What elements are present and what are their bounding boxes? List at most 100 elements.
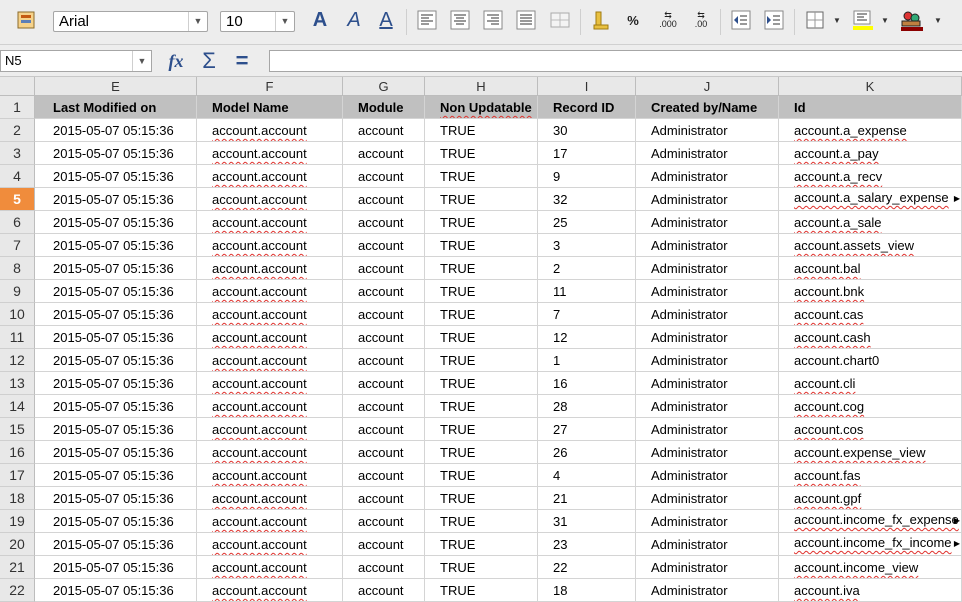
row-header[interactable]: 4 [0, 165, 35, 188]
non-updatable-cell[interactable]: TRUE [425, 142, 538, 165]
module-cell[interactable]: account [343, 119, 425, 142]
last-modified-cell[interactable]: 2015-05-07 05:15:36 [35, 464, 197, 487]
module-cell[interactable]: account [343, 510, 425, 533]
record-id-cell[interactable]: 16 [538, 372, 636, 395]
align-center-icon[interactable] [448, 8, 472, 32]
id-cell[interactable]: account.cash [779, 326, 962, 349]
created-by-cell[interactable]: Administrator [636, 579, 779, 602]
model-name-cell[interactable]: account.account [197, 579, 343, 602]
record-id-cell[interactable]: 18 [538, 579, 636, 602]
id-cell[interactable]: account.cog [779, 395, 962, 418]
record-id-cell[interactable]: 21 [538, 487, 636, 510]
created-by-cell[interactable]: Administrator [636, 326, 779, 349]
last-modified-cell[interactable]: 2015-05-07 05:15:36 [35, 142, 197, 165]
model-name-cell[interactable]: account.account [197, 326, 343, 349]
created-by-cell[interactable]: Administrator [636, 142, 779, 165]
function-wizard-icon[interactable]: fx [164, 50, 188, 72]
last-modified-cell[interactable]: 2015-05-07 05:15:36 [35, 372, 197, 395]
model-name-cell[interactable]: account.account [197, 280, 343, 303]
model-name-cell[interactable]: account.account [197, 119, 343, 142]
sum-icon[interactable]: Σ [197, 48, 221, 73]
record-id-cell[interactable]: 23 [538, 533, 636, 556]
last-modified-cell[interactable]: 2015-05-07 05:15:36 [35, 395, 197, 418]
created-by-cell[interactable]: Administrator [636, 487, 779, 510]
last-modified-cell[interactable]: 2015-05-07 05:15:36 [35, 441, 197, 464]
record-id-cell[interactable]: 25 [538, 211, 636, 234]
model-name-cell[interactable]: account.account [197, 464, 343, 487]
model-name-cell[interactable]: account.account [197, 349, 343, 372]
percent-icon[interactable]: % [621, 8, 645, 32]
created-by-cell[interactable]: Administrator [636, 211, 779, 234]
id-cell[interactable]: account.a_expense [779, 119, 962, 142]
column-header-f[interactable]: F [197, 77, 343, 96]
highlight-color-icon[interactable] [851, 8, 875, 32]
non-updatable-cell[interactable]: TRUE [425, 510, 538, 533]
align-left-icon[interactable] [415, 8, 439, 32]
id-cell[interactable]: account.bal [779, 257, 962, 280]
row-header[interactable]: 19 [0, 510, 35, 533]
id-cell[interactable]: account.a_salary_expense ▶ [779, 188, 962, 211]
non-updatable-cell[interactable]: TRUE [425, 234, 538, 257]
row-header[interactable]: 15 [0, 418, 35, 441]
module-cell[interactable]: account [343, 211, 425, 234]
underline-a-icon[interactable]: A [374, 8, 398, 32]
created-by-cell[interactable]: Administrator [636, 441, 779, 464]
row-header[interactable]: 21 [0, 556, 35, 579]
model-name-cell[interactable]: account.account [197, 257, 343, 280]
font-size-combo[interactable]: 10 ▼ [220, 11, 295, 32]
font-color-icon[interactable] [900, 8, 924, 32]
non-updatable-cell[interactable]: TRUE [425, 533, 538, 556]
non-updatable-cell[interactable]: TRUE [425, 395, 538, 418]
created-by-cell[interactable]: Administrator [636, 464, 779, 487]
formula-equals-icon[interactable]: = [230, 48, 254, 73]
last-modified-cell[interactable]: 2015-05-07 05:15:36 [35, 487, 197, 510]
module-cell[interactable]: account [343, 303, 425, 326]
header-cell[interactable]: Id [779, 96, 962, 119]
row-header[interactable]: 12 [0, 349, 35, 372]
record-id-cell[interactable]: 28 [538, 395, 636, 418]
model-name-cell[interactable]: account.account [197, 211, 343, 234]
last-modified-cell[interactable]: 2015-05-07 05:15:36 [35, 188, 197, 211]
column-header-e[interactable]: E [35, 77, 197, 96]
row-header[interactable]: 16 [0, 441, 35, 464]
id-cell[interactable]: account.cos [779, 418, 962, 441]
record-id-cell[interactable]: 26 [538, 441, 636, 464]
chevron-down-icon[interactable]: ▼ [132, 51, 151, 71]
record-id-cell[interactable]: 27 [538, 418, 636, 441]
row-header[interactable]: 8 [0, 257, 35, 280]
id-cell[interactable]: account.fas [779, 464, 962, 487]
styles-icon[interactable] [14, 8, 38, 32]
bold-a-icon[interactable]: A [308, 8, 332, 32]
module-cell[interactable]: account [343, 556, 425, 579]
non-updatable-cell[interactable]: TRUE [425, 165, 538, 188]
header-cell[interactable]: Non Updatable [425, 96, 538, 119]
id-cell[interactable]: account.income_fx_expense ▶ [779, 510, 962, 533]
id-cell[interactable]: account.cli [779, 372, 962, 395]
created-by-cell[interactable]: Administrator [636, 395, 779, 418]
created-by-cell[interactable]: Administrator [636, 234, 779, 257]
italic-a-icon[interactable]: A [342, 8, 366, 32]
module-cell[interactable]: account [343, 234, 425, 257]
header-cell[interactable]: Last Modified on [35, 96, 197, 119]
last-modified-cell[interactable]: 2015-05-07 05:15:36 [35, 326, 197, 349]
row-header[interactable]: 11 [0, 326, 35, 349]
id-cell[interactable]: account.gpf [779, 487, 962, 510]
id-cell[interactable]: account.expense_view [779, 441, 962, 464]
record-id-cell[interactable]: 32 [538, 188, 636, 211]
row-header[interactable]: 6 [0, 211, 35, 234]
column-header-k[interactable]: K [779, 77, 962, 96]
merge-cells-icon[interactable] [548, 8, 572, 32]
chevron-down-icon[interactable]: ▼ [829, 8, 845, 32]
row-header[interactable]: 5 [0, 188, 35, 211]
non-updatable-cell[interactable]: TRUE [425, 372, 538, 395]
record-id-cell[interactable]: 11 [538, 280, 636, 303]
last-modified-cell[interactable]: 2015-05-07 05:15:36 [35, 257, 197, 280]
non-updatable-cell[interactable]: TRUE [425, 349, 538, 372]
id-cell[interactable]: account.iva [779, 579, 962, 602]
formula-input[interactable] [269, 50, 962, 72]
name-box[interactable]: N5 ▼ [0, 50, 152, 72]
model-name-cell[interactable]: account.account [197, 533, 343, 556]
non-updatable-cell[interactable]: TRUE [425, 280, 538, 303]
add-decimal-icon[interactable]: ⇆ .000 [655, 8, 681, 32]
last-modified-cell[interactable]: 2015-05-07 05:15:36 [35, 303, 197, 326]
